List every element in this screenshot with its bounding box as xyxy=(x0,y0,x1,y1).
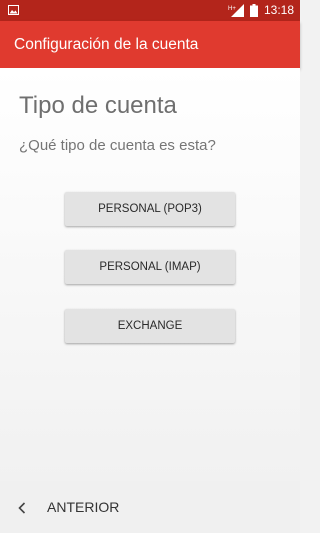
back-button-label: ANTERIOR xyxy=(47,499,120,515)
bottom-nav-bar: ANTERIOR xyxy=(0,481,300,533)
page-heading: Tipo de cuenta xyxy=(19,92,177,119)
personal-pop3-button[interactable]: PERSONAL (POP3) xyxy=(65,192,235,226)
image-notification-icon xyxy=(8,5,19,15)
exchange-button[interactable]: EXCHANGE xyxy=(65,309,235,343)
signal-icon: H+ xyxy=(228,4,244,17)
status-bar: H+ 13:18 xyxy=(0,0,300,21)
app-bar-title: Configuración de la cuenta xyxy=(14,36,199,53)
status-clock: 13:18 xyxy=(264,3,295,17)
personal-imap-button[interactable]: PERSONAL (IMAP) xyxy=(65,250,235,284)
chevron-left-icon xyxy=(18,502,26,514)
battery-icon xyxy=(250,4,258,17)
svg-text:H+: H+ xyxy=(228,6,236,12)
account-type-question: ¿Qué tipo de cuenta es esta? xyxy=(19,137,216,154)
app-bar: Configuración de la cuenta xyxy=(0,21,300,68)
